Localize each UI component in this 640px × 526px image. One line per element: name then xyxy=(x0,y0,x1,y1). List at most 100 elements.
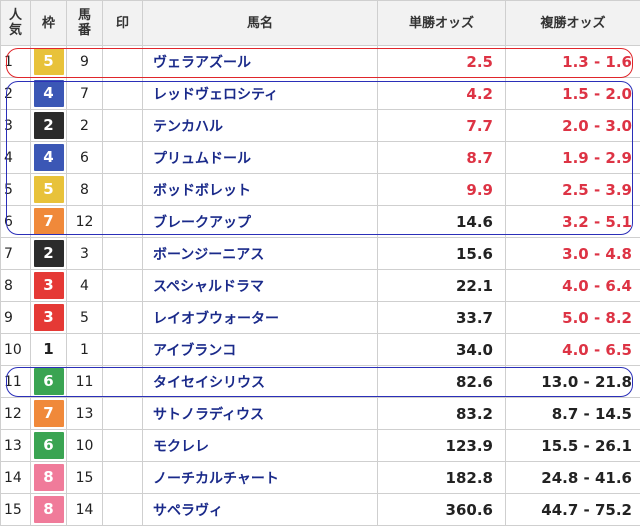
mark-cell[interactable] xyxy=(103,206,143,238)
horse-name-cell: サトノラディウス xyxy=(143,398,378,430)
horse-name-cell: アイブランコ xyxy=(143,334,378,366)
win-odds-value: 123.9 xyxy=(446,437,493,455)
mark-cell[interactable] xyxy=(103,430,143,462)
horse-number-cell: 7 xyxy=(67,78,103,110)
mark-cell[interactable] xyxy=(103,494,143,526)
place-odds-value: 13.0 - 21.8 xyxy=(541,373,632,391)
mark-cell[interactable] xyxy=(103,174,143,206)
horse-name-link[interactable]: ノーチカルチャート xyxy=(153,471,279,487)
win-odds-cell: 33.7 xyxy=(378,302,506,334)
table-row[interactable]: 13 6 10 モクレレ 123.9 15.5 - 26.1 xyxy=(1,430,640,462)
win-odds-value: 34.0 xyxy=(456,341,493,359)
horse-name-link[interactable]: アイブランコ xyxy=(153,343,236,359)
table-row[interactable]: 5 5 8 ボッドボレット 9.9 2.5 - 3.9 xyxy=(1,174,640,206)
table-row[interactable]: 7 2 3 ボーンジーニアス 15.6 3.0 - 4.8 xyxy=(1,238,640,270)
horse-name-link[interactable]: ボーンジーニアス xyxy=(153,247,264,263)
win-odds-value: 360.6 xyxy=(446,501,493,519)
horse-number-cell: 13 xyxy=(67,398,103,430)
header-horse-name[interactable]: 馬名 xyxy=(143,1,378,46)
place-odds-value: 1.5 - 2.0 xyxy=(562,85,632,103)
frame-badge: 1 xyxy=(34,336,64,363)
table-row[interactable]: 11 6 11 タイセイシリウス 82.6 13.0 - 21.8 xyxy=(1,366,640,398)
popularity-cell: 14 xyxy=(1,462,31,494)
win-odds-value: 22.1 xyxy=(456,277,493,295)
table-row[interactable]: 3 2 2 テンカハル 7.7 2.0 - 3.0 xyxy=(1,110,640,142)
horse-name-link[interactable]: レッドヴェロシティ xyxy=(153,87,278,103)
win-odds-cell: 22.1 xyxy=(378,270,506,302)
header-horse-number-label: 馬 番 xyxy=(78,8,91,38)
horse-number: 14 xyxy=(76,502,94,518)
mark-cell[interactable] xyxy=(103,78,143,110)
horse-number-cell: 11 xyxy=(67,366,103,398)
horse-name-link[interactable]: レイオブウォーター xyxy=(153,311,279,327)
place-odds-cell: 8.7 - 14.5 xyxy=(506,398,640,430)
horse-name-link[interactable]: タイセイシリウス xyxy=(153,375,265,391)
mark-cell[interactable] xyxy=(103,398,143,430)
mark-cell[interactable] xyxy=(103,462,143,494)
horse-name-cell: プリュムドール xyxy=(143,142,378,174)
table-row[interactable]: 2 4 7 レッドヴェロシティ 4.2 1.5 - 2.0 xyxy=(1,78,640,110)
place-odds-cell: 3.2 - 5.1 xyxy=(506,206,640,238)
horse-name-link[interactable]: テンカハル xyxy=(153,119,223,135)
horse-name-link[interactable]: サトノラディウス xyxy=(153,407,264,423)
header-row: 人 気 枠 馬 番 印 馬名 単勝オッズ 複勝オッズ xyxy=(1,1,640,46)
horse-number: 6 xyxy=(80,150,89,166)
header-popularity[interactable]: 人 気 xyxy=(1,1,31,46)
table-row[interactable]: 14 8 15 ノーチカルチャート 182.8 24.8 - 41.6 xyxy=(1,462,640,494)
horse-name-link[interactable]: モクレレ xyxy=(153,439,209,455)
table-row[interactable]: 4 4 6 プリュムドール 8.7 1.9 - 2.9 xyxy=(1,142,640,174)
mark-cell[interactable] xyxy=(103,366,143,398)
place-odds-cell: 2.5 - 3.9 xyxy=(506,174,640,206)
horse-number-cell: 5 xyxy=(67,302,103,334)
mark-cell[interactable] xyxy=(103,334,143,366)
win-odds-value: 14.6 xyxy=(456,213,493,231)
frame-cell: 2 xyxy=(31,110,67,142)
mark-cell[interactable] xyxy=(103,302,143,334)
horse-name-cell: モクレレ xyxy=(143,430,378,462)
horse-number: 7 xyxy=(80,86,89,102)
horse-name-link[interactable]: サペラヴィ xyxy=(153,503,223,519)
mark-cell[interactable] xyxy=(103,238,143,270)
place-odds-cell: 44.7 - 75.2 xyxy=(506,494,640,526)
header-frame[interactable]: 枠 xyxy=(31,1,67,46)
popularity-cell: 9 xyxy=(1,302,31,334)
table-row[interactable]: 9 3 5 レイオブウォーター 33.7 5.0 - 8.2 xyxy=(1,302,640,334)
table-row[interactable]: 8 3 4 スペシャルドラマ 22.1 4.0 - 6.4 xyxy=(1,270,640,302)
frame-badge: 6 xyxy=(34,368,64,395)
popularity-value: 2 xyxy=(4,86,13,102)
table-row[interactable]: 10 1 1 アイブランコ 34.0 4.0 - 6.5 xyxy=(1,334,640,366)
mark-cell[interactable] xyxy=(103,142,143,174)
table-row[interactable]: 6 7 12 ブレークアップ 14.6 3.2 - 5.1 xyxy=(1,206,640,238)
win-odds-value: 2.5 xyxy=(466,53,493,71)
win-odds-cell: 123.9 xyxy=(378,430,506,462)
table-row[interactable]: 1 5 9 ヴェラアズール 2.5 1.3 - 1.6 xyxy=(1,46,640,78)
popularity-cell: 13 xyxy=(1,430,31,462)
horse-name-link[interactable]: ヴェラアズール xyxy=(153,55,251,71)
mark-cell[interactable] xyxy=(103,46,143,78)
win-odds-value: 7.7 xyxy=(466,117,493,135)
horse-number: 13 xyxy=(76,406,94,422)
header-popularity-label: 人 気 xyxy=(9,8,22,38)
mark-cell[interactable] xyxy=(103,110,143,142)
frame-badge: 7 xyxy=(34,208,64,235)
horse-name-link[interactable]: プリュムドール xyxy=(153,151,251,167)
header-mark[interactable]: 印 xyxy=(103,1,143,46)
mark-cell[interactable] xyxy=(103,270,143,302)
table-row[interactable]: 15 8 14 サペラヴィ 360.6 44.7 - 75.2 xyxy=(1,494,640,526)
frame-badge: 3 xyxy=(34,272,64,299)
horse-name-link[interactable]: ボッドボレット xyxy=(153,183,251,199)
frame-cell: 5 xyxy=(31,46,67,78)
frame-cell: 8 xyxy=(31,494,67,526)
table-row[interactable]: 12 7 13 サトノラディウス 83.2 8.7 - 14.5 xyxy=(1,398,640,430)
popularity-cell: 2 xyxy=(1,78,31,110)
horse-number: 2 xyxy=(80,118,89,134)
popularity-value: 1 xyxy=(4,54,13,70)
popularity-cell: 5 xyxy=(1,174,31,206)
horse-name-link[interactable]: スペシャルドラマ xyxy=(153,279,264,295)
header-place-odds[interactable]: 複勝オッズ xyxy=(506,1,640,46)
place-odds-value: 15.5 - 26.1 xyxy=(541,437,632,455)
header-horse-number[interactable]: 馬 番 xyxy=(67,1,103,46)
frame-badge: 4 xyxy=(34,144,64,171)
horse-name-link[interactable]: ブレークアップ xyxy=(153,215,251,231)
header-win-odds[interactable]: 単勝オッズ xyxy=(378,1,506,46)
